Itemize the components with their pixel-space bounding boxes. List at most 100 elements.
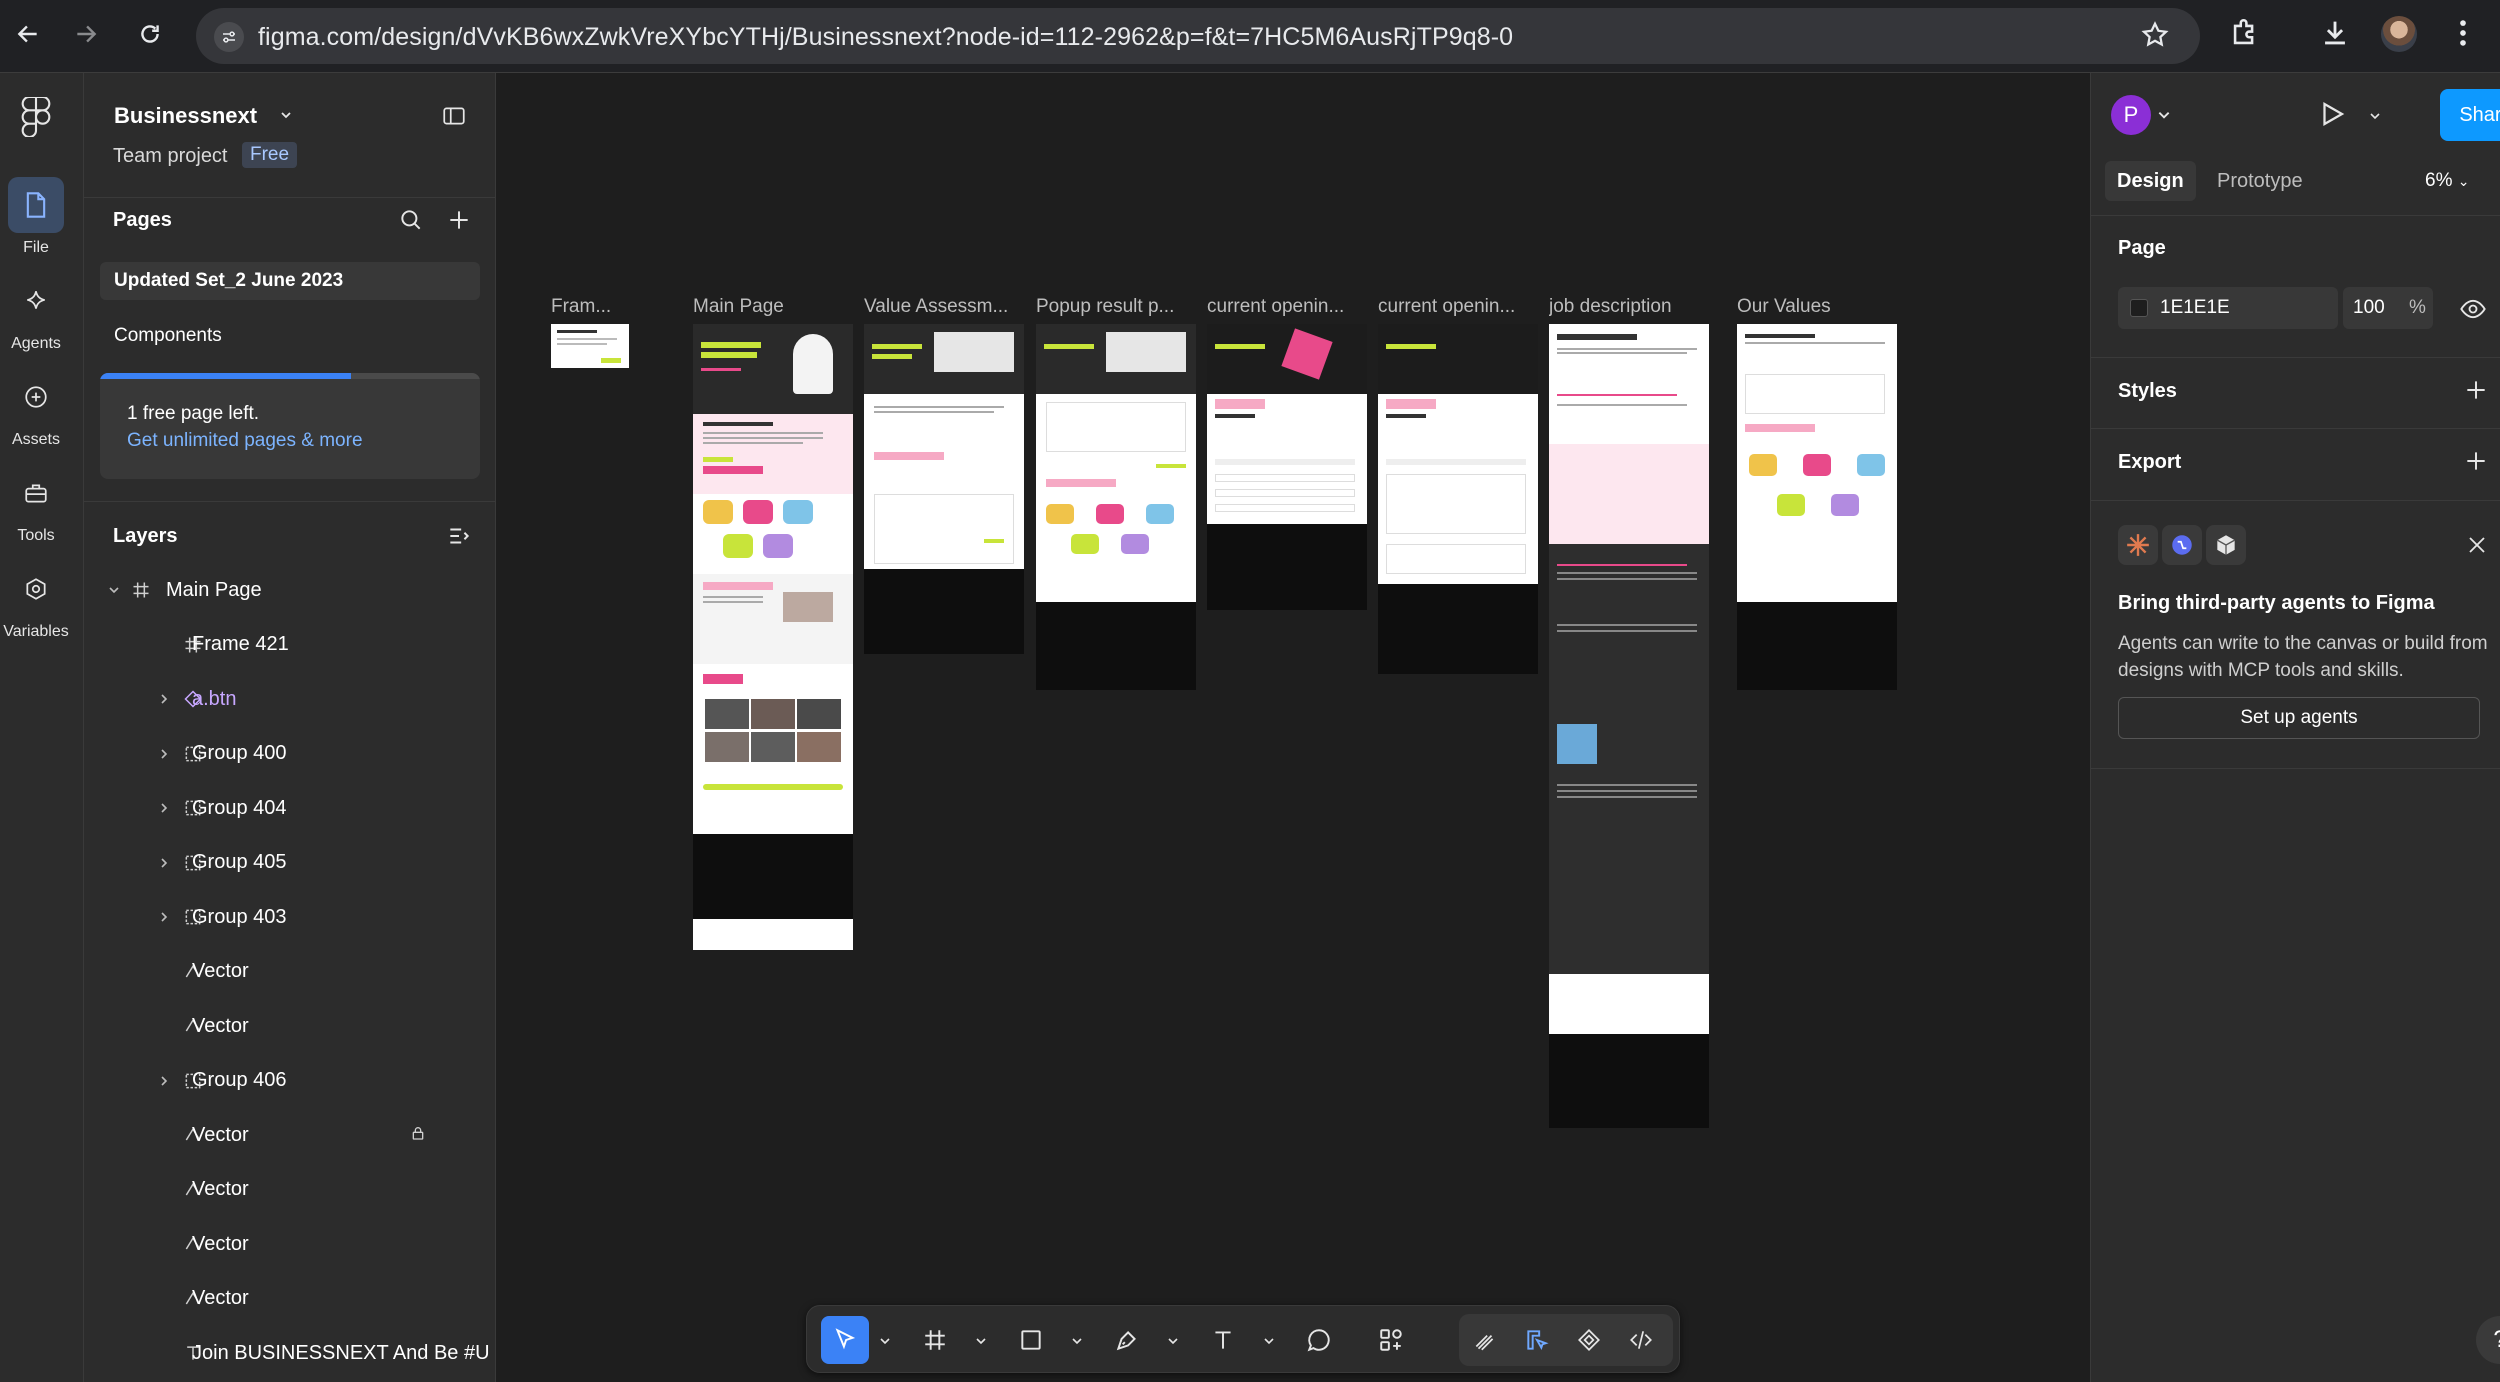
rectangle-tool-icon[interactable] bbox=[1007, 1316, 1055, 1364]
frame-thumb-current-openings-1[interactable] bbox=[1207, 324, 1367, 610]
layer-options-icon[interactable] bbox=[446, 523, 472, 554]
lock-icon[interactable] bbox=[410, 1124, 426, 1147]
layer-row[interactable]: Frame 421 bbox=[84, 618, 496, 672]
frame-label[interactable]: current openin... bbox=[1207, 296, 1369, 318]
chevron-right-icon[interactable] bbox=[156, 1073, 172, 1089]
download-icon[interactable] bbox=[2318, 16, 2352, 55]
frame-label[interactable]: Our Values bbox=[1737, 296, 1899, 318]
chevron-right-icon[interactable] bbox=[156, 746, 172, 762]
rail-tools[interactable]: Tools bbox=[0, 465, 72, 545]
chevron-right-icon[interactable] bbox=[156, 691, 172, 707]
help-button[interactable]: ? bbox=[2476, 1316, 2500, 1364]
tab-prototype[interactable]: Prototype bbox=[2205, 161, 2315, 201]
address-bar[interactable]: figma.com/design/dVvKB6wxZwkVreXYbcYTHj/… bbox=[196, 8, 2200, 64]
set-up-agents-button[interactable]: Set up agents bbox=[2118, 697, 2480, 739]
layer-row[interactable]: Vector bbox=[84, 1217, 496, 1271]
color-hex[interactable]: 1E1E1E bbox=[2160, 297, 2230, 319]
frame-thumb-current-openings-2[interactable] bbox=[1378, 324, 1538, 674]
rail-agents[interactable]: Agents bbox=[0, 273, 72, 353]
sidebar-toggle-icon[interactable] bbox=[441, 103, 467, 134]
layer-row[interactable]: Group 404 bbox=[84, 781, 496, 835]
url-text[interactable]: figma.com/design/dVvKB6wxZwkVreXYbcYTHj/… bbox=[258, 23, 1513, 52]
chevron-right-icon[interactable] bbox=[156, 800, 172, 816]
upsell-link[interactable]: Get unlimited pages & more bbox=[127, 430, 363, 452]
frame-thumb-popup-result[interactable] bbox=[1036, 324, 1196, 690]
frame-label[interactable]: Main Page bbox=[693, 296, 853, 318]
chevron-down-icon[interactable] bbox=[106, 582, 122, 598]
opacity-value[interactable]: 100 bbox=[2353, 297, 2385, 319]
frame-label[interactable]: Fram... bbox=[551, 296, 631, 318]
draw-mode-icon[interactable] bbox=[1461, 1316, 1509, 1364]
design-canvas[interactable]: Fram... Main Page Value Assessm... Popup… bbox=[496, 73, 2090, 1382]
page-item-components[interactable]: Components bbox=[100, 317, 480, 355]
component-mode-icon[interactable] bbox=[1565, 1316, 1613, 1364]
add-style-icon[interactable] bbox=[2463, 377, 2489, 408]
frame-label[interactable]: current openin... bbox=[1378, 296, 1540, 318]
comment-tool-icon[interactable] bbox=[1295, 1316, 1343, 1364]
chevron-down-icon[interactable] bbox=[975, 1334, 987, 1352]
rail-variables[interactable]: Variables bbox=[0, 561, 72, 641]
close-icon[interactable] bbox=[2465, 533, 2489, 562]
user-avatar[interactable]: P bbox=[2111, 95, 2151, 135]
chevron-down-icon[interactable] bbox=[278, 107, 294, 128]
figma-logo-icon[interactable] bbox=[20, 95, 52, 142]
layer-row[interactable]: Group 403 bbox=[84, 890, 496, 944]
color-swatch[interactable] bbox=[2130, 299, 2148, 317]
page-item-updated-set[interactable]: Updated Set_2 June 2023 bbox=[100, 262, 480, 300]
profile-avatar[interactable] bbox=[2381, 16, 2417, 52]
chevron-down-icon[interactable] bbox=[1071, 1334, 1083, 1352]
actions-tool-icon[interactable] bbox=[1367, 1316, 1415, 1364]
chevron-right-icon[interactable] bbox=[156, 909, 172, 925]
dev-mode-icon[interactable] bbox=[1617, 1316, 1665, 1364]
search-icon[interactable] bbox=[398, 207, 424, 238]
chevron-right-icon[interactable] bbox=[156, 855, 172, 871]
kebab-menu-icon[interactable] bbox=[2446, 16, 2480, 55]
page-color-field[interactable]: 1E1E1E bbox=[2118, 287, 2338, 329]
rail-assets[interactable]: Assets bbox=[0, 369, 72, 449]
layer-row[interactable]: Vector bbox=[84, 1163, 496, 1217]
back-icon[interactable] bbox=[8, 14, 48, 54]
eye-icon[interactable] bbox=[2459, 295, 2487, 328]
extensions-icon[interactable] bbox=[2228, 16, 2262, 55]
share-button[interactable]: Share bbox=[2440, 89, 2500, 141]
frame-thumb-our-values[interactable] bbox=[1737, 324, 1897, 690]
frame-label[interactable]: job description bbox=[1549, 296, 1719, 318]
chevron-down-icon[interactable] bbox=[2157, 108, 2171, 127]
bookmark-star-icon[interactable] bbox=[2140, 20, 2170, 55]
layer-row[interactable]: Join BUSINESSNEXT And Be #U bbox=[84, 1326, 496, 1380]
site-settings-icon[interactable] bbox=[214, 22, 244, 52]
layer-row[interactable]: a.btn bbox=[84, 672, 496, 726]
frame-label[interactable]: Value Assessm... bbox=[864, 296, 1026, 318]
reload-icon[interactable] bbox=[130, 14, 170, 54]
frame-thumb-value-assessment[interactable] bbox=[864, 324, 1024, 654]
design-mode-icon[interactable] bbox=[1513, 1316, 1561, 1364]
zoom-level[interactable]: 6% ⌄ bbox=[2425, 170, 2469, 192]
frame-thumb-popup[interactable] bbox=[551, 324, 629, 368]
layer-row[interactable]: Vector bbox=[84, 1108, 496, 1162]
layer-row[interactable]: Vector bbox=[84, 945, 496, 999]
chevron-down-icon[interactable] bbox=[1263, 1334, 1275, 1352]
forward-icon[interactable] bbox=[66, 14, 106, 54]
chevron-down-icon[interactable] bbox=[2369, 109, 2381, 127]
layer-row[interactable]: Vector bbox=[84, 999, 496, 1053]
plan-badge[interactable]: Free bbox=[242, 142, 298, 168]
chevron-down-icon[interactable] bbox=[879, 1334, 891, 1352]
pen-tool-icon[interactable] bbox=[1103, 1316, 1151, 1364]
project-name[interactable]: Businessnext bbox=[114, 103, 257, 129]
layer-row[interactable]: Group 406 bbox=[84, 1054, 496, 1108]
present-play-icon[interactable] bbox=[2317, 99, 2347, 134]
text-tool-icon[interactable] bbox=[1199, 1316, 1247, 1364]
move-tool-icon[interactable] bbox=[821, 1316, 869, 1364]
add-page-icon[interactable] bbox=[446, 207, 472, 238]
add-export-icon[interactable] bbox=[2463, 448, 2489, 479]
layer-row[interactable]: Main Page bbox=[84, 563, 496, 617]
frame-label[interactable]: Popup result p... bbox=[1036, 296, 1198, 318]
rail-file[interactable]: File bbox=[0, 177, 72, 257]
frame-thumb-job-description[interactable] bbox=[1549, 324, 1709, 1128]
layer-row[interactable]: Group 405 bbox=[84, 836, 496, 890]
page-opacity-field[interactable]: 100 % bbox=[2343, 287, 2433, 329]
layer-row[interactable]: Group 400 bbox=[84, 727, 496, 781]
frame-thumb-main-page[interactable] bbox=[693, 324, 853, 950]
layer-row[interactable]: Vector bbox=[84, 1272, 496, 1326]
frame-tool-icon[interactable] bbox=[911, 1316, 959, 1364]
